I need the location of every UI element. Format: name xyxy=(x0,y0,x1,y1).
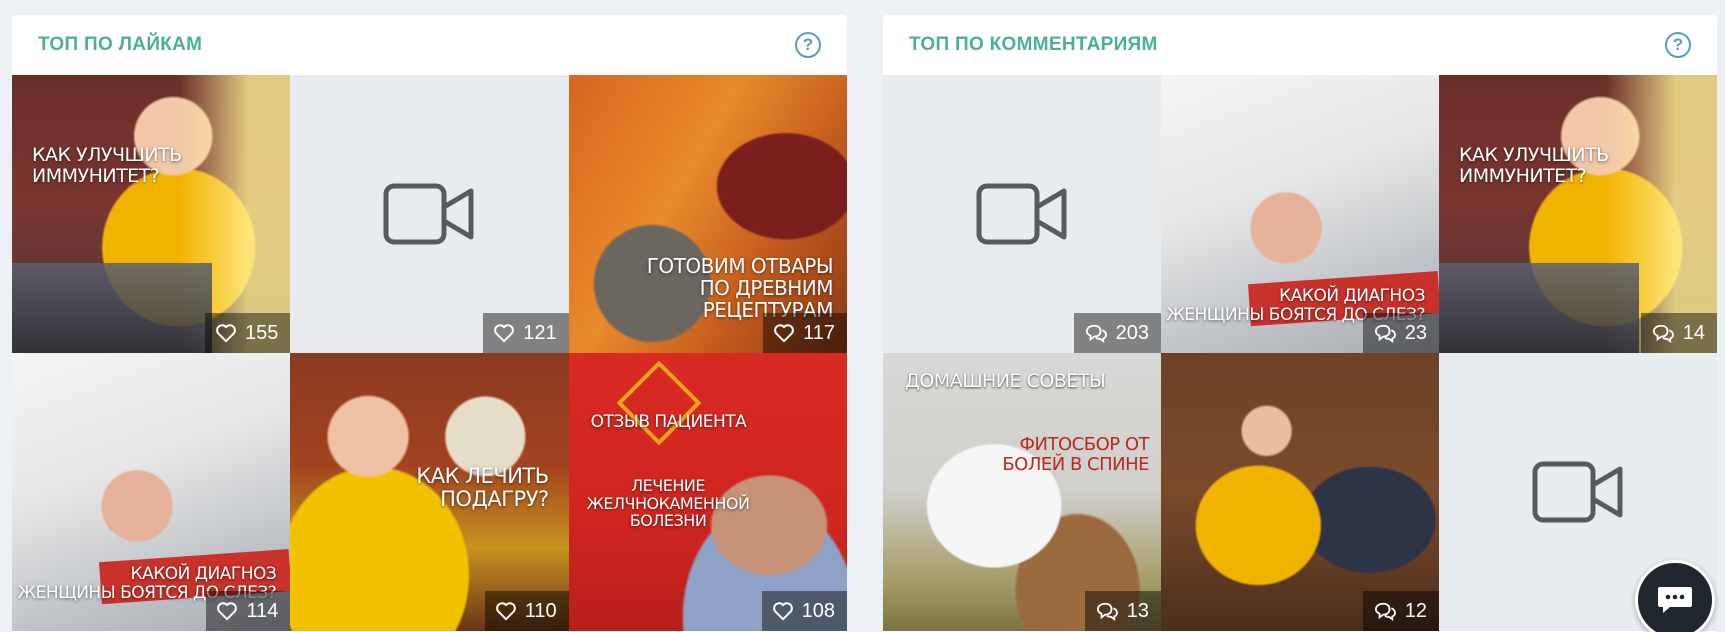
post-tile[interactable]: ГОТОВИМ ОТВАРЫ ПО ДРЕВНИМ РЕЦЕПТУРАМ 117 xyxy=(568,75,847,353)
comment-count: 203 xyxy=(1115,321,1149,344)
comments-icon xyxy=(1374,324,1396,343)
heart-icon xyxy=(774,324,794,343)
post-tile[interactable]: КАКОЙ ДИАГНОЗ ЖЕНЩИНЫ БОЯТСЯ ДО СЛЕЗ? 23 xyxy=(1161,75,1439,353)
question-circle-icon[interactable]: ? xyxy=(1665,32,1691,58)
comments-icon xyxy=(1652,324,1674,343)
heart-icon xyxy=(217,602,238,621)
like-counter: 110 xyxy=(484,591,569,631)
video-camera-icon xyxy=(976,183,1067,245)
like-counter: 117 xyxy=(763,313,847,353)
top-comments-header: ТОП ПО КОММЕНТАРИЯМ ? xyxy=(883,15,1717,75)
post-caption: КАК УЛУЧШИТЬ ИММУНИТЕТ? xyxy=(32,144,182,187)
post-thumbnail: КАК УЛУЧШИТЬ ИММУНИТЕТ? xyxy=(12,75,291,353)
like-count: 155 xyxy=(244,321,279,344)
like-count: 121 xyxy=(523,321,557,344)
comment-counter: 14 xyxy=(1640,313,1717,353)
chat-button[interactable] xyxy=(1635,560,1715,632)
post-thumbnail: ГОТОВИМ ОТВАРЫ ПО ДРЕВНИМ РЕЦЕПТУРАМ xyxy=(568,75,847,353)
video-placeholder xyxy=(290,75,568,353)
post-caption-secondary: ЛЕЧЕНИЕ ЖЕЛЧНОКАМЕННОЙ БОЛЕЗНИ xyxy=(586,476,750,531)
logo-decoration xyxy=(616,360,702,446)
jars-decoration xyxy=(1439,263,1639,353)
post-caption: ГОТОВИМ ОТВАРЫ ПО ДРЕВНИМ РЕЦЕПТУРАМ xyxy=(646,254,834,322)
top-likes-title: ТОП ПО ЛАЙКАМ xyxy=(38,34,203,55)
comment-count: 13 xyxy=(1126,599,1149,622)
post-tile[interactable]: КАК УЛУЧШИТЬ ИММУНИТЕТ? 155 xyxy=(12,75,291,353)
question-circle-icon[interactable]: ? xyxy=(795,32,821,58)
post-tile[interactable]: КАК УЛУЧШИТЬ ИММУНИТЕТ? 14 xyxy=(1439,75,1717,353)
like-counter: 114 xyxy=(206,591,291,631)
post-tile[interactable]: КАКОЙ ДИАГНОЗ ЖЕНЩИНЫ БОЯТСЯ ДО СЛЕЗ? 11… xyxy=(12,353,291,631)
top-likes-header: ТОП ПО ЛАЙКАМ ? xyxy=(12,15,847,75)
post-caption: КАК ЛЕЧИТЬ ПОДАГРУ? xyxy=(416,464,549,512)
post-thumbnail: КАК УЛУЧШИТЬ ИММУНИТЕТ? xyxy=(1439,75,1717,353)
chat-bubble-icon xyxy=(1658,587,1692,613)
comment-count: 23 xyxy=(1404,321,1427,344)
post-caption: КАК УЛУЧШИТЬ ИММУНИТЕТ? xyxy=(1459,144,1609,187)
comments-icon xyxy=(1096,602,1118,621)
like-counter: 108 xyxy=(761,591,847,631)
post-thumbnail xyxy=(1161,353,1439,631)
heart-icon xyxy=(494,324,515,343)
post-thumbnail: ДОМАШНИЕ СОВЕТЫ ФИТОСБОР ОТ БОЛЕЙ В СПИН… xyxy=(883,353,1161,631)
post-tile[interactable]: КАК ЛЕЧИТЬ ПОДАГРУ? 110 xyxy=(290,353,569,631)
post-thumbnail: КАКОЙ ДИАГНОЗ ЖЕНЩИНЫ БОЯТСЯ ДО СЛЕЗ? xyxy=(12,353,291,631)
comments-icon xyxy=(1085,324,1107,343)
top-comments-grid: 203 КАКОЙ ДИАГНОЗ ЖЕНЩИНЫ БОЯТСЯ ДО СЛЕЗ… xyxy=(883,75,1717,631)
comment-count: 12 xyxy=(1404,599,1427,622)
comment-counter: 12 xyxy=(1362,591,1439,631)
top-comments-title: ТОП ПО КОММЕНТАРИЯМ xyxy=(909,34,1158,55)
like-count: 108 xyxy=(801,599,835,622)
top-comments-panel: ТОП ПО КОММЕНТАРИЯМ ? 203 КАКОЙ ДИАГНОЗ … xyxy=(883,15,1717,632)
heart-icon xyxy=(772,602,793,621)
post-caption-secondary: ФИТОСБОР ОТ БОЛЕЙ В СПИНЕ xyxy=(1002,434,1149,475)
post-caption: ДОМАШНИЕ СОВЕТЫ xyxy=(905,370,1106,392)
comment-count: 14 xyxy=(1682,321,1705,344)
heart-icon xyxy=(216,324,236,343)
comment-counter: 23 xyxy=(1362,313,1439,353)
post-caption: ОТЗЫВ ПАЦИЕНТА xyxy=(590,412,747,432)
comment-counter: 203 xyxy=(1073,313,1161,353)
jars-decoration xyxy=(12,263,212,353)
heart-icon xyxy=(495,602,516,621)
post-thumbnail: КАК ЛЕЧИТЬ ПОДАГРУ? xyxy=(290,353,569,631)
video-camera-icon xyxy=(383,183,474,245)
post-tile[interactable]: 121 xyxy=(290,75,569,353)
post-tile[interactable]: 12 xyxy=(1161,353,1439,631)
video-camera-icon xyxy=(1532,461,1623,523)
comment-counter: 13 xyxy=(1084,591,1161,631)
like-count: 117 xyxy=(803,321,835,344)
like-counter: 121 xyxy=(483,313,569,353)
post-tile[interactable]: 203 xyxy=(883,75,1161,353)
like-counter: 155 xyxy=(204,313,291,353)
post-tile[interactable]: ДОМАШНИЕ СОВЕТЫ ФИТОСБОР ОТ БОЛЕЙ В СПИН… xyxy=(883,353,1161,631)
post-thumbnail: ОТЗЫВ ПАЦИЕНТА ЛЕЧЕНИЕ ЖЕЛЧНОКАМЕННОЙ БО… xyxy=(568,353,847,631)
comments-icon xyxy=(1374,602,1396,621)
post-thumbnail: КАКОЙ ДИАГНОЗ ЖЕНЩИНЫ БОЯТСЯ ДО СЛЕЗ? xyxy=(1161,75,1439,353)
top-likes-grid: КАК УЛУЧШИТЬ ИММУНИТЕТ? 155 121 ГОТОВИМ … xyxy=(12,75,847,631)
like-count: 114 xyxy=(246,599,279,622)
top-likes-panel: ТОП ПО ЛАЙКАМ ? КАК УЛУЧШИТЬ ИММУНИТЕТ? … xyxy=(12,15,847,632)
video-placeholder xyxy=(883,75,1161,353)
like-count: 110 xyxy=(524,599,557,622)
post-tile[interactable]: ОТЗЫВ ПАЦИЕНТА ЛЕЧЕНИЕ ЖЕЛЧНОКАМЕННОЙ БО… xyxy=(568,353,847,631)
